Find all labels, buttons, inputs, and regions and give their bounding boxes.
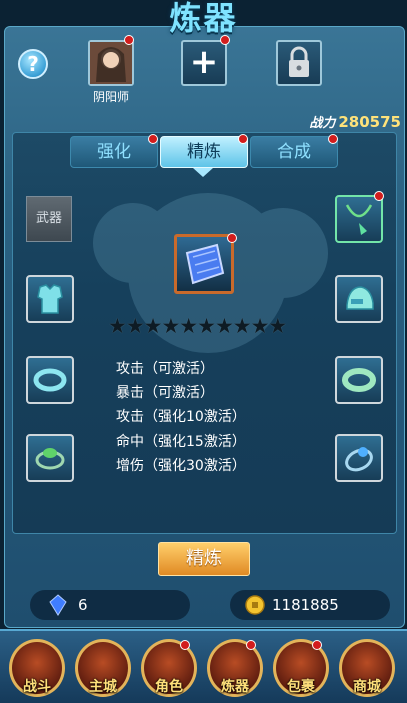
lock-icon: [289, 46, 309, 77]
belt-icon: [342, 368, 376, 392]
help-button[interactable]: ?: [18, 49, 48, 79]
tab-compose-label: 合成: [277, 142, 311, 162]
armor-icon: [37, 284, 63, 314]
attribute-line: 增伤（强化30激活）: [116, 458, 246, 474]
bracer-icon: [185, 243, 225, 285]
add-slot-badge: [220, 35, 230, 45]
necklace-badge: [374, 191, 384, 201]
refine-stars: ★★★★★★★★★★: [108, 314, 287, 338]
character-avatar-slot[interactable]: [88, 40, 134, 86]
tab-pointer-icon: [193, 168, 213, 177]
locked-slot[interactable]: [276, 40, 322, 86]
nav-character-label: 角色: [155, 679, 183, 695]
bracelet-icon: [33, 368, 67, 392]
blue-gem-icon: [49, 594, 67, 616]
nav-bag-label: 包裹: [287, 679, 315, 695]
tab-bar: 强化 精炼 合成: [70, 136, 338, 170]
attribute-line: 攻击（可激活）: [116, 361, 214, 377]
combat-power-label: 战力: [309, 116, 336, 131]
page-title: 炼器: [169, 0, 238, 37]
tab-compose-badge: [328, 134, 338, 144]
refine-button[interactable]: 精炼: [158, 542, 250, 576]
gold-coin-icon: [245, 595, 265, 615]
gem-count: 6: [78, 596, 88, 614]
equip-slot-bracelet[interactable]: [26, 356, 74, 404]
tab-strengthen-label: 强化: [97, 142, 131, 162]
equip-slot-ring-2[interactable]: [335, 434, 383, 482]
gold-count: 1181885: [272, 596, 339, 614]
jade-ring-icon: [35, 448, 65, 470]
avatar-badge: [124, 35, 134, 45]
nav-city-label: 主城: [89, 679, 117, 695]
nav-bag-badge: [312, 640, 322, 650]
helmet-icon: [346, 286, 374, 310]
add-slot-button[interactable]: +: [181, 40, 227, 86]
weapon-slot[interactable]: 武器: [26, 196, 72, 242]
attribute-line: 暴击（可激活）: [116, 385, 214, 401]
equip-slot-ring[interactable]: [26, 434, 74, 482]
nav-battle-label: 战斗: [23, 679, 51, 695]
nav-forge-badge: [246, 640, 256, 650]
help-icon: ?: [27, 52, 39, 76]
attribute-line: 命中（强化15激活）: [116, 434, 246, 450]
gem-ring-icon: [345, 447, 373, 472]
combat-power-value: 280575: [338, 113, 401, 131]
weapon-slot-label: 武器: [35, 211, 62, 226]
necklace-icon: [345, 204, 373, 235]
combat-power: 战力 280575: [309, 112, 401, 131]
plus-icon: +: [189, 42, 219, 82]
tab-strengthen[interactable]: 强化: [70, 136, 158, 168]
nav-character-badge: [180, 640, 190, 650]
tab-refine[interactable]: 精炼: [160, 136, 248, 168]
nav-forge-label: 炼器: [221, 679, 249, 695]
tab-refine-badge: [238, 134, 248, 144]
equip-slot-belt[interactable]: [335, 356, 383, 404]
avatar: [90, 42, 132, 84]
equip-slot-helmet[interactable]: [335, 275, 383, 323]
gold-currency-bar: 1181885: [230, 590, 390, 620]
tab-refine-label: 精炼: [187, 142, 221, 162]
equip-slot-necklace[interactable]: [335, 195, 383, 243]
equip-slot-armor[interactable]: [26, 275, 74, 323]
gem-currency-bar: 6: [30, 590, 190, 620]
tab-compose[interactable]: 合成: [250, 136, 338, 168]
tab-strengthen-badge: [148, 134, 158, 144]
nav-shop-label: 商城: [353, 679, 381, 695]
attribute-line: 攻击（强化10激活）: [116, 409, 246, 425]
refine-target-badge: [227, 233, 237, 243]
character-name: 阴阳师: [92, 90, 129, 104]
refine-target-slot[interactable]: [174, 234, 234, 294]
